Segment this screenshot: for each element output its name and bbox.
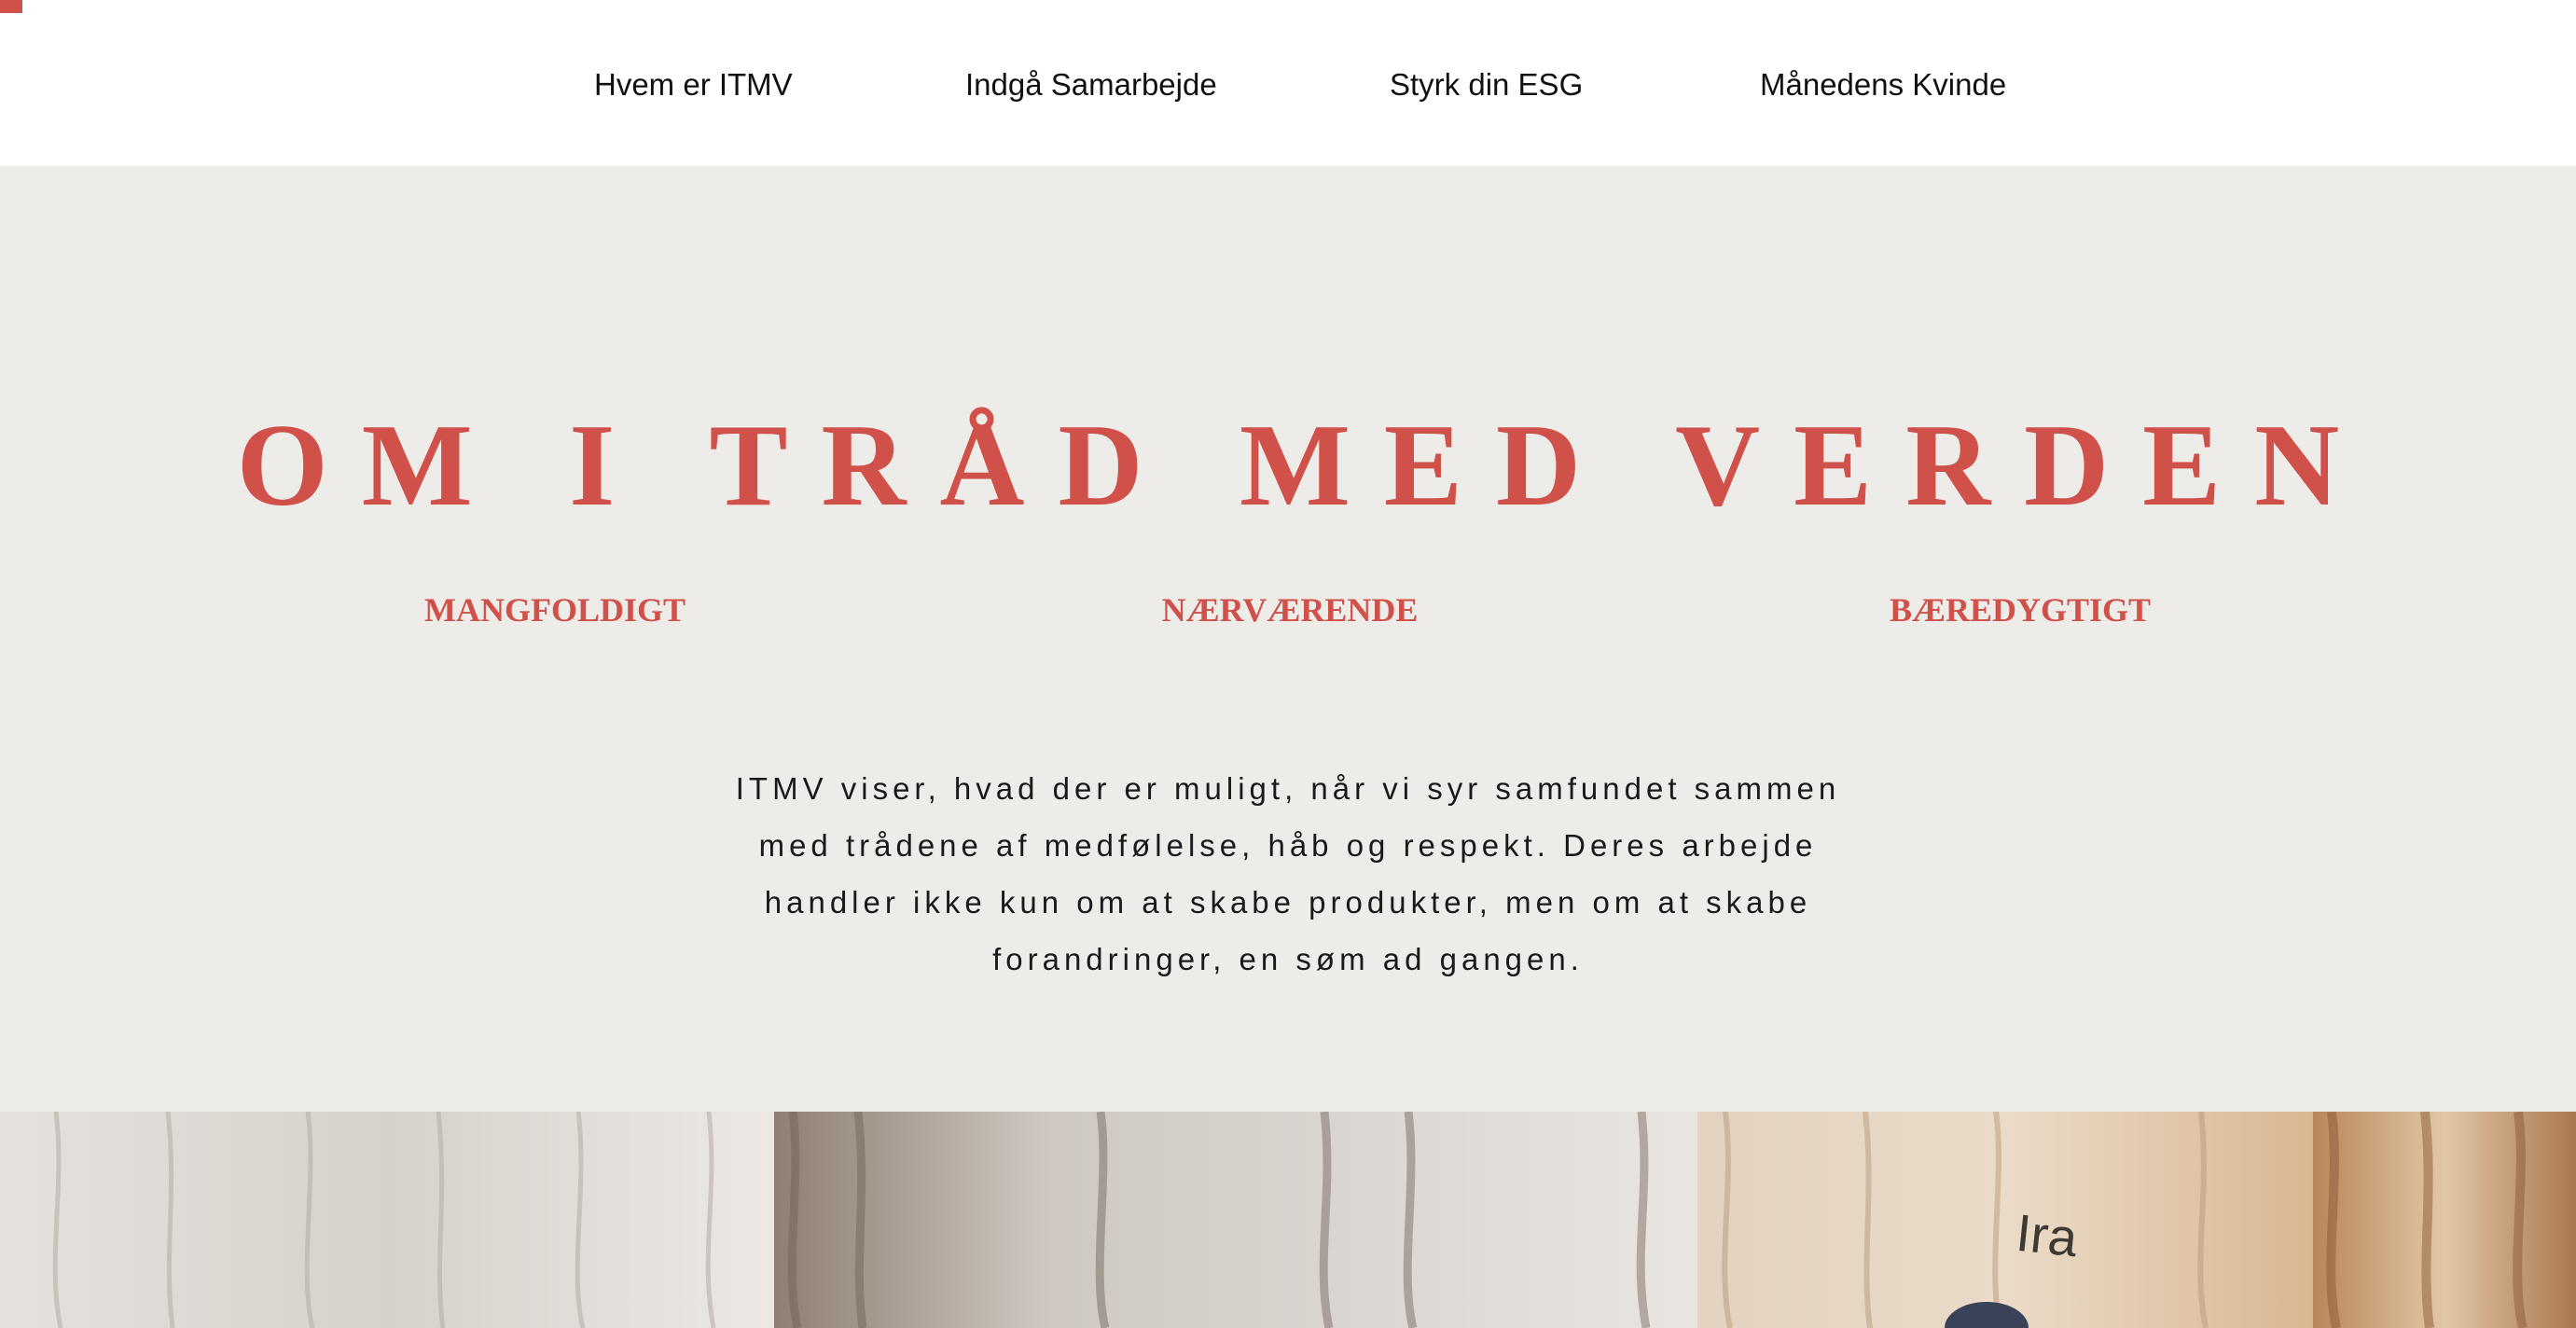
value-mangfoldigt: MANGFOLDIGT [423, 591, 686, 629]
fabric-photo-illustration [0, 1112, 2576, 1328]
nav-link-styrk-din-esg[interactable]: Styrk din ESG [1390, 67, 1583, 103]
value-baeredygtigt: BÆREDYGTIGT [1889, 591, 2152, 629]
about-description: ITMV viser, hvad der er muligt, når vi s… [735, 771, 1841, 976]
page-title: OM I TRÅD MED VERDEN [236, 401, 2374, 531]
nav-link-indga-samarbejde[interactable]: Indgå Samarbejde [965, 67, 1217, 103]
about-hero-section: OM I TRÅD MED VERDEN MANGFOLDIGT NÆRVÆRE… [0, 166, 2576, 1112]
main-navigation: Hvem er ITMV Indgå Samarbejde Styrk din … [0, 0, 2576, 166]
fabric-photo: Ira [0, 1112, 2576, 1328]
nav-link-manedens-kvinde[interactable]: Månedens Kvinde [1760, 67, 2006, 103]
photo-garment-text: Ira [2013, 1202, 2081, 1268]
value-naervaerende: NÆRVÆRENDE [1161, 591, 1419, 629]
nav-link-hvem-er-itmv[interactable]: Hvem er ITMV [594, 67, 793, 103]
accent-corner-marker [0, 0, 22, 13]
